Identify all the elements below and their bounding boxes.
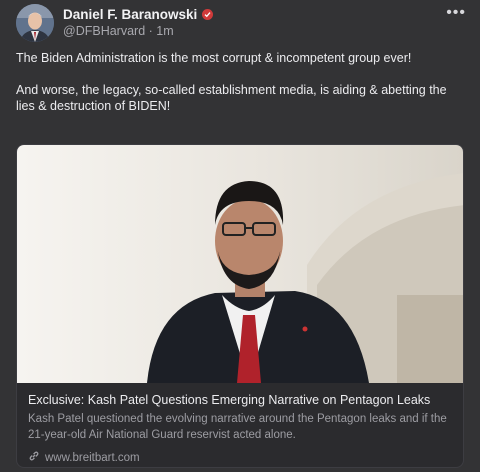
more-options-icon[interactable]: ••• [446, 4, 466, 22]
link-card-title[interactable]: Exclusive: Kash Patel Questions Emerging… [28, 393, 430, 407]
author-name-row[interactable]: Daniel F. Baranowski [63, 7, 214, 22]
post-meta: @DFBHarvard · 1m [63, 24, 174, 38]
link-card-domain-row[interactable]: www.breitbart.com [28, 450, 140, 465]
meta-separator: · [148, 24, 153, 38]
avatar-image [16, 4, 54, 42]
avatar[interactable] [16, 4, 54, 42]
link-card-description: Kash Patel questioned the evolving narra… [28, 413, 447, 441]
post: Daniel F. Baranowski @DFBHarvard · 1m ••… [0, 0, 480, 472]
link-icon [28, 450, 40, 465]
post-body: The Biden Administration is the most cor… [16, 50, 464, 130]
post-paragraph-1: The Biden Administration is the most cor… [16, 51, 412, 65]
verified-badge-icon [202, 9, 214, 20]
link-preview-image [17, 145, 463, 383]
link-preview-card[interactable]: Exclusive: Kash Patel Questions Emerging… [16, 144, 464, 468]
author-name[interactable]: Daniel F. Baranowski [63, 7, 197, 22]
link-card-domain[interactable]: www.breitbart.com [45, 452, 140, 464]
author-handle[interactable]: @DFBHarvard [63, 24, 145, 38]
post-timestamp[interactable]: 1m [156, 24, 173, 38]
post-paragraph-2: And worse, the legacy, so-called establi… [16, 83, 447, 113]
